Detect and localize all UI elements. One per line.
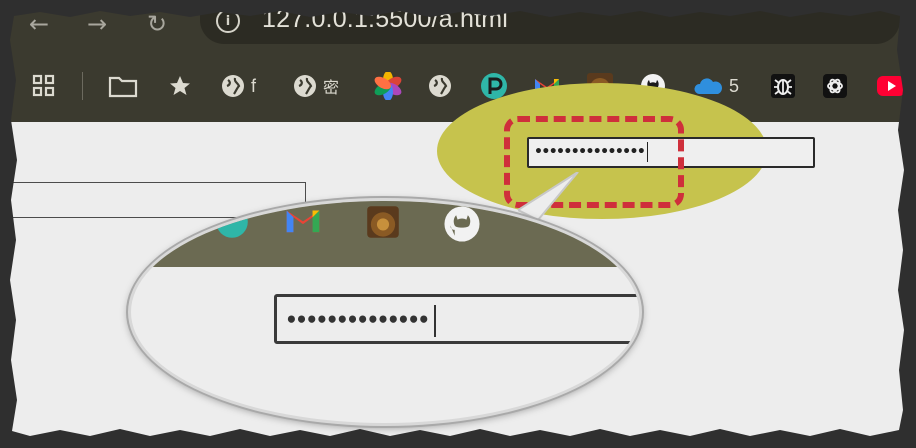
bookmarks-bar: f 密 5 [0,62,916,110]
star-icon [168,74,192,98]
cloud-icon [693,76,723,96]
bookmark-label: f [251,75,257,96]
globe-icon [428,74,452,98]
info-icon[interactable]: i [216,9,240,33]
bookmark-label: 5 [729,75,740,96]
globe-icon [293,74,317,98]
bookmark-globe-mi[interactable]: 密 [293,72,339,100]
bookmark-openai[interactable] [822,72,848,100]
url-text[interactable]: 127.0.0.1:5500/a.html [262,5,508,34]
magnified-password-value: •••••••••••••• [285,305,436,337]
folder-icon [108,74,138,98]
bookmark-globe[interactable] [428,72,452,100]
bookmark-label: 密 [323,78,340,97]
github-icon [443,205,481,248]
text-caret [433,305,436,337]
pinwheel-icon [374,72,402,100]
globe-icon [221,74,245,98]
screenshot: ← → ↻ i 127.0.0.1:5500/a.html f 密 5 ••••… [0,0,916,448]
bookmark-bug[interactable] [770,72,796,100]
youtube-icon [876,75,906,97]
navigation-bar: ← → ↻ i 127.0.0.1:5500/a.html [0,0,916,52]
bookmark-star[interactable] [168,72,192,100]
bug-icon [770,73,796,99]
address-bar[interactable]: i 127.0.0.1:5500/a.html [200,0,900,44]
bookmark-youtube[interactable] [876,72,906,100]
bookmark-apps[interactable] [31,72,57,100]
reload-button[interactable]: ↻ [140,9,174,39]
openai-icon [822,73,848,99]
bookmark-folder[interactable] [108,72,138,100]
magnified-bookmarks-bar [131,201,639,267]
p-logo-icon [215,205,249,244]
back-button[interactable]: ← [22,9,56,39]
magnified-password-input: •••••••••••••• [274,294,639,344]
browser-chrome: ← → ↻ i 127.0.0.1:5500/a.html f 密 5 [0,0,916,122]
apps-grid-icon [31,73,57,99]
magnifier-callout: •••••••••••••• [128,198,642,426]
forward-button[interactable]: → [80,9,114,39]
bookmark-photos[interactable] [374,72,402,100]
avatar-icon [363,205,403,244]
bookmark-globe-f[interactable]: f [221,72,256,100]
gmail-icon [283,205,323,240]
